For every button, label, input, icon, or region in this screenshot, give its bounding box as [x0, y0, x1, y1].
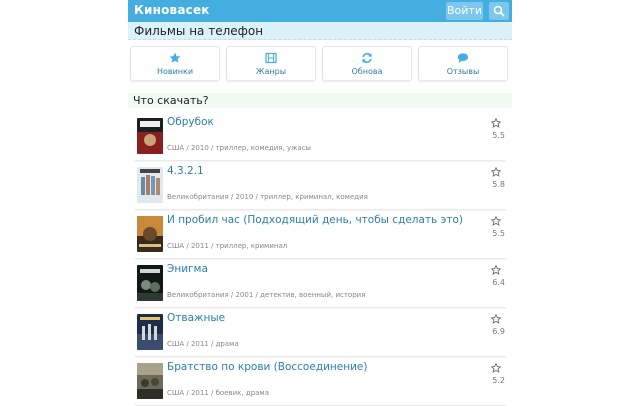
search-icon — [493, 5, 505, 17]
nav-updates-label: Обнова — [351, 67, 383, 76]
section-title: Что скачать? — [128, 93, 512, 108]
favorite-star-icon[interactable] — [491, 118, 501, 128]
movie-item[interactable]: Энигма Великобритания / 2001 / детектив,… — [135, 263, 506, 308]
movie-poster[interactable] — [137, 167, 163, 203]
movie-rating: 5.8 — [492, 180, 505, 189]
movie-item[interactable]: Братство по крови (Воссоединение) США / … — [135, 361, 506, 406]
movie-item[interactable]: Отважные США / 2011 / драма 6.9 — [135, 312, 506, 357]
top-bar: Киновасек Войти — [128, 0, 512, 22]
nav-new-button[interactable]: Новинки — [130, 46, 220, 81]
movie-item[interactable]: 4.3.2.1 Великобритания / 2010 / триллер,… — [135, 165, 506, 210]
movie-meta: США / 2011 / триллер, криминал — [167, 242, 288, 250]
movie-rating: 5.2 — [492, 376, 505, 385]
movie-poster[interactable] — [137, 216, 163, 252]
favorite-star-icon[interactable] — [491, 265, 501, 275]
page: Киновасек Войти Фильмы на телефон Новинк… — [128, 0, 512, 406]
nav-genres-button[interactable]: Жанры — [226, 46, 316, 81]
movie-title[interactable]: 4.3.2.1 — [167, 165, 204, 177]
movie-rating: 6.9 — [492, 327, 505, 336]
movie-item[interactable]: Обрубок США / 2010 / триллер, комедия, у… — [135, 116, 506, 161]
movie-title[interactable]: Отважные — [167, 312, 225, 324]
nav-new-label: Новинки — [156, 67, 194, 76]
nav-updates-button[interactable]: Обнова — [322, 46, 412, 81]
nav-reviews-button[interactable]: Отзывы — [418, 46, 508, 81]
site-logo[interactable]: Киновасек — [134, 3, 210, 17]
movie-poster[interactable] — [137, 314, 163, 350]
movie-item[interactable]: И пробил час (Подходящий день, чтобы сде… — [135, 214, 506, 259]
movie-poster[interactable] — [137, 265, 163, 301]
nav-reviews-label: Отзывы — [446, 67, 480, 76]
movie-title[interactable]: И пробил час (Подходящий день, чтобы сде… — [167, 214, 463, 226]
movie-rating: 5.5 — [492, 131, 505, 140]
login-button[interactable]: Войти — [446, 2, 483, 20]
favorite-star-icon[interactable] — [491, 216, 501, 226]
movie-title[interactable]: Обрубок — [167, 116, 214, 128]
movie-meta: Великобритания / 2010 / триллер, кримина… — [167, 193, 368, 201]
film-icon — [265, 52, 277, 64]
movie-title[interactable]: Братство по крови (Воссоединение) — [167, 361, 367, 373]
star-icon — [169, 52, 181, 63]
favorite-star-icon[interactable] — [491, 167, 501, 177]
page-title: Фильмы на телефон — [128, 22, 512, 40]
movie-meta: США / 2011 / драма — [167, 340, 239, 348]
movie-poster[interactable] — [137, 118, 163, 154]
nav-genres-label: Жанры — [255, 67, 287, 76]
movie-title[interactable]: Энигма — [167, 263, 208, 275]
search-button[interactable] — [489, 2, 509, 20]
movie-poster[interactable] — [137, 363, 163, 399]
comment-icon — [457, 53, 469, 63]
movie-meta: США / 2010 / триллер, комедия, ужасы — [167, 144, 312, 152]
favorite-star-icon[interactable] — [491, 314, 501, 324]
movie-meta: США / 2011 / боевик, драма — [167, 389, 269, 397]
movie-rating: 5.5 — [492, 229, 505, 238]
movie-rating: 6.4 — [492, 278, 505, 287]
movie-meta: Великобритания / 2001 / детектив, военны… — [167, 291, 366, 299]
refresh-icon — [362, 52, 372, 64]
favorite-star-icon[interactable] — [491, 363, 501, 373]
